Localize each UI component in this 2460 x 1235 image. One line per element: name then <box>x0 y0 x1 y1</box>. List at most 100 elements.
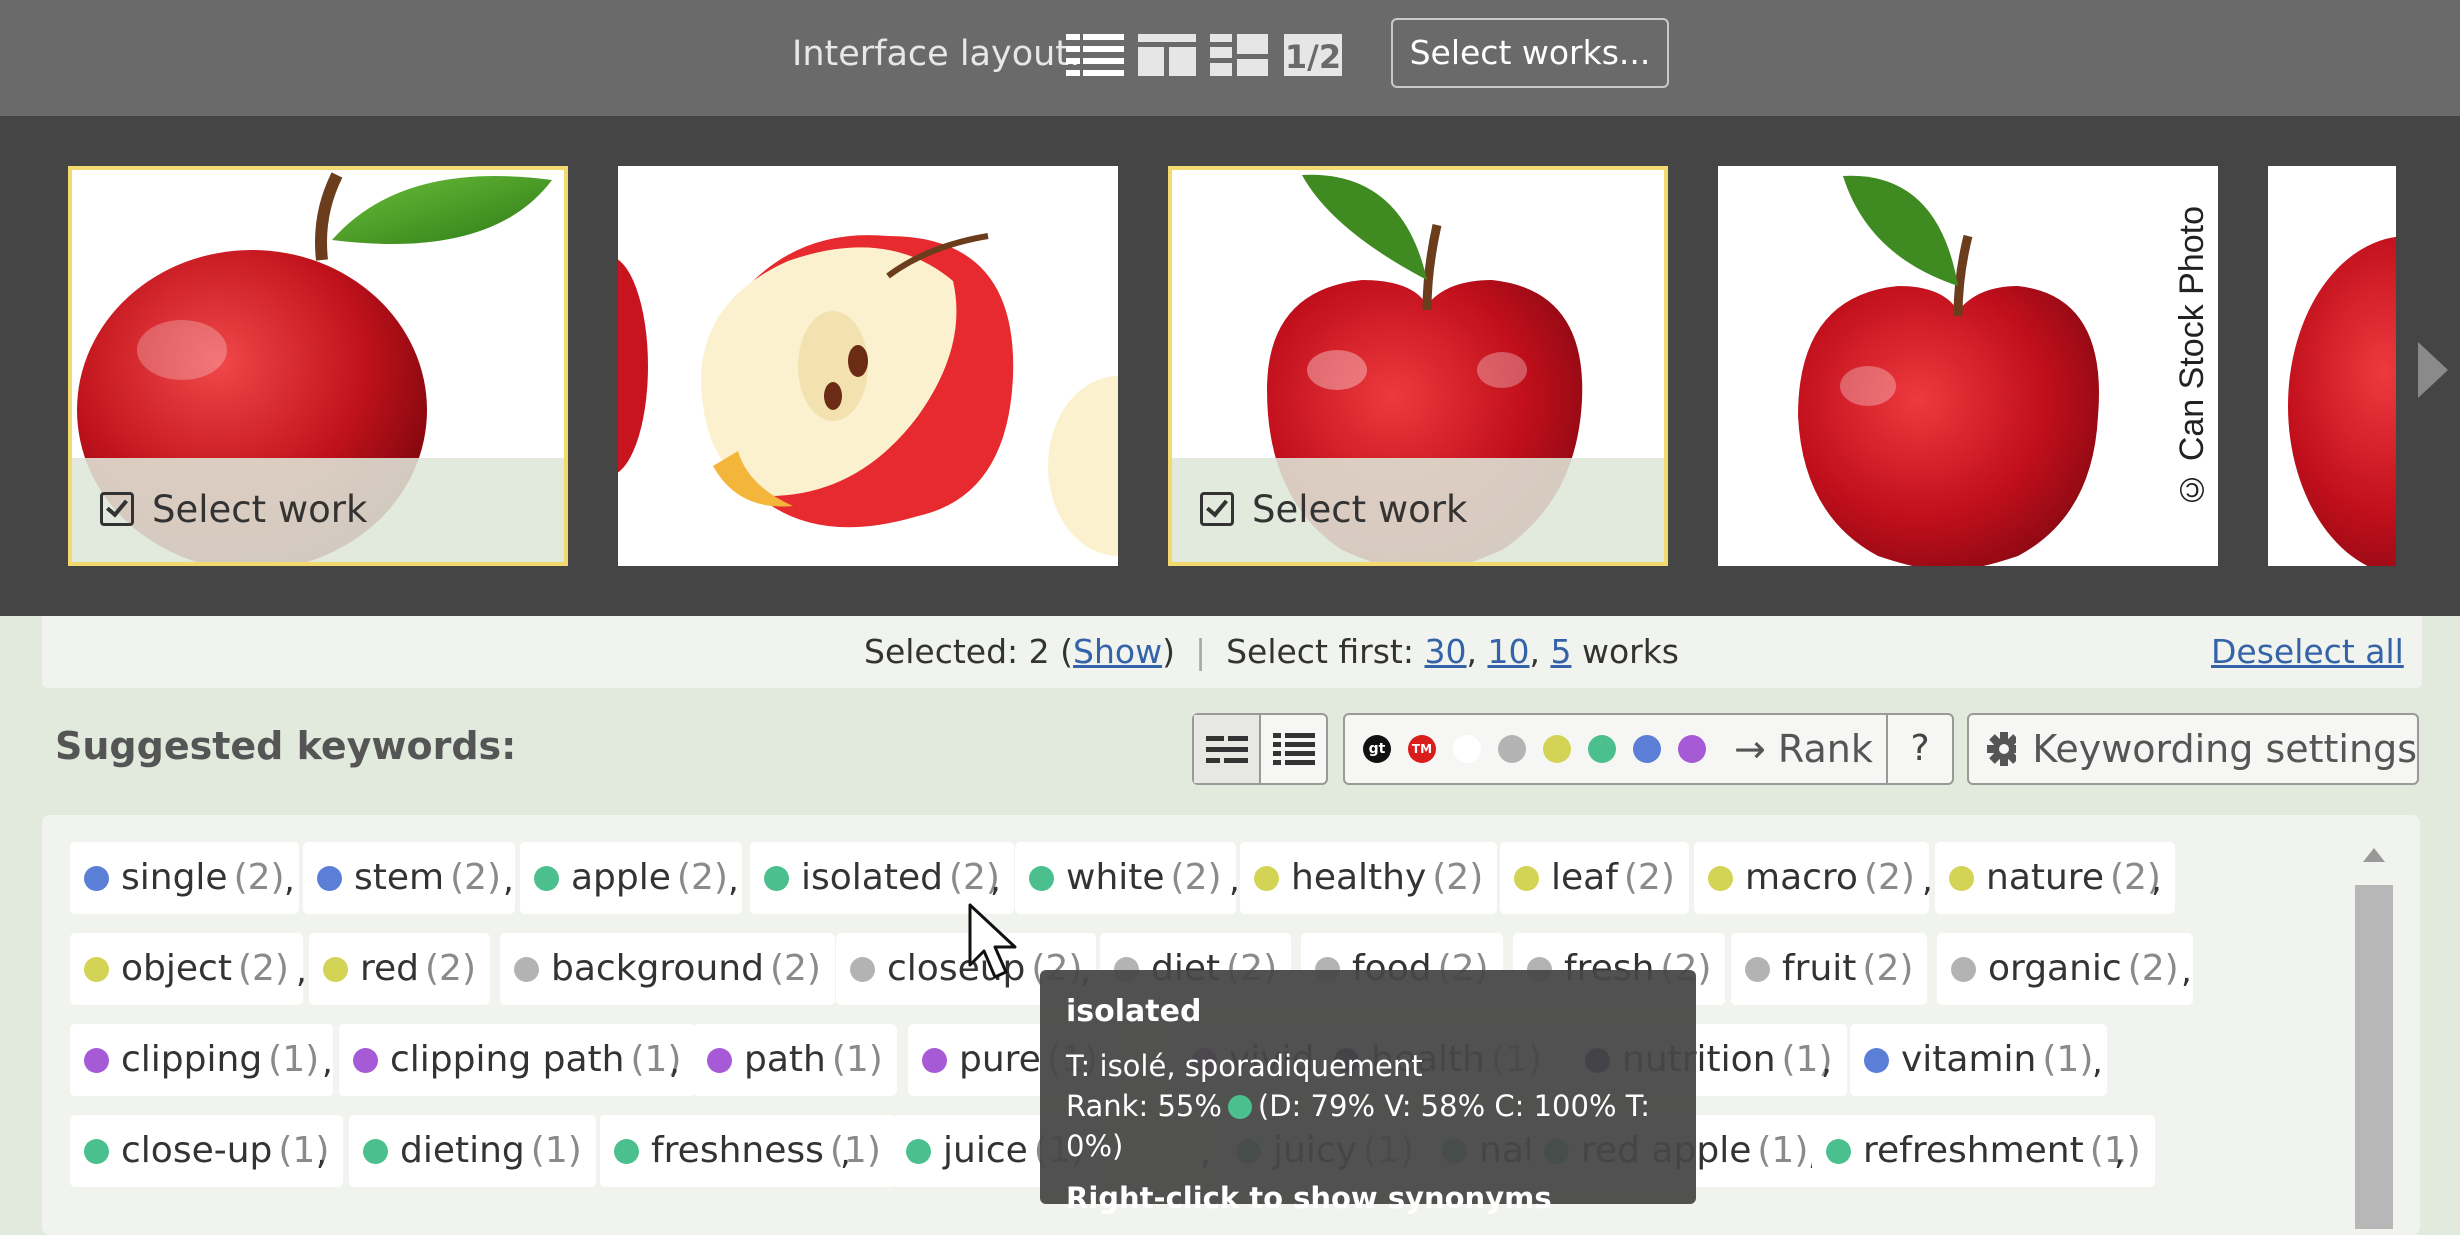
checkbox-checked-icon[interactable] <box>1200 492 1234 526</box>
tooltip-translation: T: isolé, sporadiquement <box>1066 1049 1423 1083</box>
thumbnail-apple-halves[interactable] <box>618 166 1118 566</box>
detailed-view-button[interactable] <box>1261 715 1326 783</box>
select-work-overlay[interactable]: Select work <box>1172 458 1664 562</box>
keyword-separator: , <box>728 860 739 900</box>
keyword-count: (1) <box>829 1130 881 1171</box>
keyword-text: close-up <box>121 1130 273 1171</box>
compact-view-button[interactable] <box>1194 715 1261 783</box>
selected-count: Selected: 2 ( <box>864 632 1074 671</box>
keyword-color-dot-icon <box>1864 1048 1889 1073</box>
keyword-chip[interactable]: nature (2) <box>1935 842 2175 914</box>
keyword-chip[interactable]: vitamin (1) <box>1850 1024 2108 1096</box>
grid-3-icon[interactable] <box>1210 34 1268 76</box>
show-selected-link[interactable]: Show <box>1073 632 1162 671</box>
purple-dot-filter[interactable] <box>1678 735 1706 763</box>
scrollbar-thumb[interactable] <box>2355 885 2393 1229</box>
keyword-tooltip: isolated T: isolé, sporadiquement Rank: … <box>1040 970 1696 1215</box>
keyword-color-dot-icon <box>764 866 789 891</box>
keyword-separator: , <box>2114 1133 2125 1173</box>
tooltip-title: isolated <box>1066 994 1202 1029</box>
separator: | <box>1194 632 1207 671</box>
white-dot-filter[interactable] <box>1453 735 1481 763</box>
select-first-5-link[interactable]: 5 <box>1550 632 1571 671</box>
keyword-text: vitamin <box>1901 1039 2037 1080</box>
keywording-settings-button[interactable]: Keywording settings <box>1967 713 2419 785</box>
keyword-color-dot-icon <box>922 1048 947 1073</box>
keyword-chip[interactable]: macro (2) <box>1694 842 1929 914</box>
keyword-count: (2) <box>2127 948 2179 989</box>
keyword-chip[interactable]: apple (2) <box>520 842 742 914</box>
keyword-chip[interactable]: red (2) <box>309 933 491 1005</box>
blue-dot-filter[interactable] <box>1633 735 1661 763</box>
keyword-color-dot-icon <box>906 1139 931 1164</box>
works-word: works <box>1581 632 1680 671</box>
keyword-chip[interactable]: object (2) <box>70 933 303 1005</box>
keyword-text: object <box>121 948 232 989</box>
yellow-dot-filter[interactable] <box>1543 735 1571 763</box>
keyword-separator: , <box>669 1042 680 1082</box>
keyword-chip[interactable]: healthy (2) <box>1240 842 1498 914</box>
keyword-separator: , <box>1229 860 1240 900</box>
tm-badge-icon[interactable]: TM <box>1408 735 1436 763</box>
keyword-separator: , <box>2181 951 2192 991</box>
select-works-button[interactable]: Select works... <box>1391 18 1669 88</box>
checkbox-checked-icon[interactable] <box>100 492 134 526</box>
select-first-30-link[interactable]: 30 <box>1424 632 1466 671</box>
keyword-separator: , <box>1821 1042 1832 1082</box>
select-first-10-link[interactable]: 10 <box>1487 632 1529 671</box>
half-split-icon[interactable]: 1/2 <box>1284 34 1342 76</box>
keyword-text: juice <box>943 1130 1028 1171</box>
keyword-chip[interactable]: close-up (1) <box>70 1115 344 1187</box>
thumbnail-apple-with-leaf[interactable]: Select work <box>68 166 568 566</box>
keyword-chip[interactable]: path (1) <box>693 1024 897 1096</box>
keyword-color-dot-icon <box>1254 866 1279 891</box>
keyword-chip[interactable]: fruit (2) <box>1731 933 1928 1005</box>
select-work-overlay[interactable]: Select work <box>72 458 564 562</box>
grid-2-icon[interactable] <box>1138 34 1196 76</box>
gt-badge-icon[interactable]: gt <box>1363 735 1391 763</box>
gray-dot-filter[interactable] <box>1498 735 1526 763</box>
keyword-count: (2) <box>676 857 728 898</box>
keyword-chip[interactable]: stem (2) <box>303 842 516 914</box>
keyword-chip[interactable]: leaf (2) <box>1500 842 1689 914</box>
green-dot-filter[interactable] <box>1588 735 1616 763</box>
keyword-chip[interactable]: dieting (1) <box>349 1115 596 1187</box>
keyword-count: (1) <box>530 1130 582 1171</box>
rank-button[interactable]: → Rank <box>1734 727 1873 771</box>
list-rows-icon[interactable] <box>1066 34 1124 76</box>
compact-list-icon <box>1205 736 1248 763</box>
keyword-chip[interactable]: clipping path (1) <box>339 1024 696 1096</box>
keywording-settings-label: Keywording settings <box>2032 727 2417 771</box>
keyword-chip[interactable]: organic (2) <box>1937 933 2193 1005</box>
watermark-text: © Can Stock Photo <box>2173 206 2211 509</box>
tooltip-rank: Rank: 55% <box>1066 1089 1222 1123</box>
keyword-chip[interactable]: single (2) <box>70 842 299 914</box>
keyword-color-dot-icon <box>317 866 342 891</box>
keyword-chip[interactable]: clipping (1) <box>70 1024 334 1096</box>
thumbnail-red-apple-watermark[interactable]: © Can Stock Photo <box>1718 166 2218 566</box>
keyword-color-dot-icon <box>614 1139 639 1164</box>
tooltip-hint: Right-click to show synonyms <box>1066 1181 1552 1215</box>
thumbnail-red-apple-leaf[interactable]: Select work <box>1168 166 1668 566</box>
keyword-separator: , <box>1922 860 1933 900</box>
thumbnail-apple-partial[interactable] <box>2268 166 2396 566</box>
apple-halves-image <box>618 233 1118 556</box>
keyword-color-dot-icon <box>1514 866 1539 891</box>
deselect-all-link[interactable]: Deselect all <box>2211 616 2404 688</box>
keyword-count: (1) <box>831 1039 883 1080</box>
keyword-chip[interactable]: white (2) <box>1015 842 1236 914</box>
keyword-separator: , <box>503 860 514 900</box>
keyword-color-dot-icon <box>1708 866 1733 891</box>
keyword-text: background <box>551 948 764 989</box>
keyword-count: (2) <box>1623 857 1675 898</box>
detailed-list-icon <box>1272 733 1315 765</box>
select-work-label: Select work <box>1252 488 1468 531</box>
keyword-chip[interactable]: refreshment (1) <box>1812 1115 2155 1187</box>
keyword-chip[interactable]: background (2) <box>500 933 835 1005</box>
keyword-separator: , <box>840 1133 851 1173</box>
keyword-text: dieting <box>400 1130 525 1171</box>
scroll-up-icon[interactable] <box>2363 848 2385 862</box>
keyword-text: clipping <box>121 1039 263 1080</box>
help-button[interactable]: ? <box>1886 715 1952 783</box>
next-arrow-icon[interactable] <box>2418 342 2448 398</box>
